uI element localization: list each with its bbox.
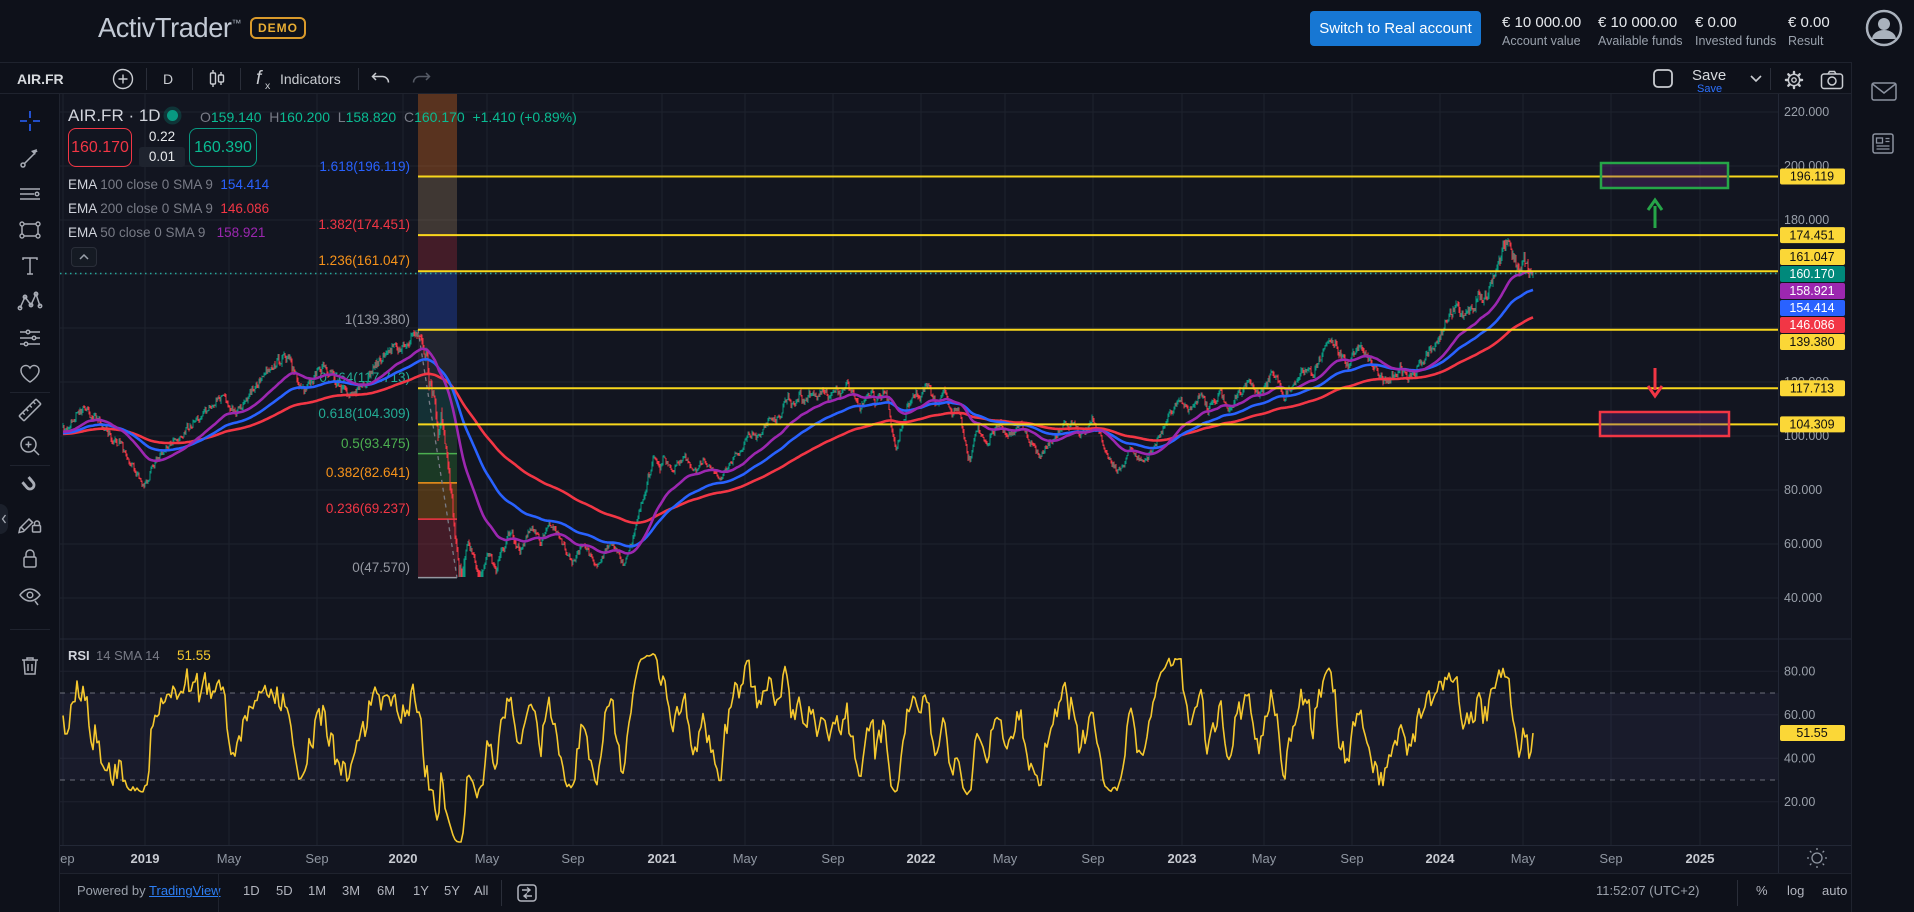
- svg-text:51.55: 51.55: [1796, 726, 1827, 740]
- svg-text:14 SMA 14: 14 SMA 14: [96, 648, 160, 663]
- svg-text:174.451: 174.451: [1789, 228, 1834, 242]
- svg-text:2023: 2023: [1168, 851, 1197, 866]
- svg-text:154.414: 154.414: [1789, 301, 1834, 315]
- svg-text:2025: 2025: [1686, 851, 1715, 866]
- svg-text:Sep: Sep: [1081, 851, 1104, 866]
- svg-text:0.236(69.237): 0.236(69.237): [326, 501, 410, 516]
- svg-text:60.00: 60.00: [1784, 708, 1815, 722]
- svg-text:2024: 2024: [1426, 851, 1456, 866]
- svg-text:Sep: Sep: [561, 851, 584, 866]
- svg-text:0.618(104.309): 0.618(104.309): [318, 406, 410, 421]
- svg-text:RSI: RSI: [68, 648, 90, 663]
- svg-text:May: May: [475, 851, 500, 866]
- svg-text:220.000: 220.000: [1784, 105, 1829, 119]
- svg-text:2020: 2020: [389, 851, 418, 866]
- svg-text:80.00: 80.00: [1784, 664, 1815, 678]
- svg-text:Sep: Sep: [1340, 851, 1363, 866]
- svg-text:1.618(196.119): 1.618(196.119): [319, 159, 410, 174]
- svg-text:80.000: 80.000: [1784, 483, 1822, 497]
- svg-text:May: May: [733, 851, 758, 866]
- svg-text:May: May: [1252, 851, 1277, 866]
- svg-text:1(139.380): 1(139.380): [345, 312, 410, 327]
- svg-text:Sep: Sep: [1599, 851, 1622, 866]
- svg-text:139.380: 139.380: [1789, 335, 1834, 349]
- svg-text:196.119: 196.119: [1790, 170, 1834, 184]
- svg-text:51.55: 51.55: [177, 648, 211, 663]
- svg-text:161.047: 161.047: [1789, 250, 1834, 264]
- svg-text:60.000: 60.000: [1784, 537, 1822, 551]
- svg-text:146.086: 146.086: [1789, 318, 1834, 332]
- svg-text:20.00: 20.00: [1784, 795, 1815, 809]
- svg-text:2022: 2022: [907, 851, 936, 866]
- svg-text:104.309: 104.309: [1789, 418, 1834, 432]
- svg-text:2019: 2019: [131, 851, 160, 866]
- svg-text:x: x: [265, 80, 271, 92]
- svg-text:1.382(174.451): 1.382(174.451): [318, 217, 410, 232]
- svg-text:40.000: 40.000: [1784, 591, 1822, 605]
- svg-text:0(47.570): 0(47.570): [352, 560, 410, 575]
- svg-text:158.921: 158.921: [1789, 284, 1834, 298]
- svg-text:May: May: [217, 851, 242, 866]
- svg-text:180.000: 180.000: [1784, 213, 1829, 227]
- svg-text:Sep: Sep: [60, 851, 75, 866]
- svg-text:117.713: 117.713: [1790, 381, 1834, 395]
- svg-text:40.00: 40.00: [1784, 751, 1815, 765]
- svg-text:0.382(82.641): 0.382(82.641): [326, 465, 410, 480]
- svg-text:May: May: [993, 851, 1018, 866]
- svg-text:Sep: Sep: [821, 851, 844, 866]
- svg-text:May: May: [1511, 851, 1536, 866]
- svg-text:2021: 2021: [648, 851, 677, 866]
- svg-text:Sep: Sep: [305, 851, 328, 866]
- svg-text:160.170: 160.170: [1789, 267, 1834, 281]
- svg-text:f: f: [256, 68, 263, 89]
- svg-text:0.5(93.475): 0.5(93.475): [341, 436, 410, 451]
- svg-text:1.236(161.047): 1.236(161.047): [318, 253, 410, 268]
